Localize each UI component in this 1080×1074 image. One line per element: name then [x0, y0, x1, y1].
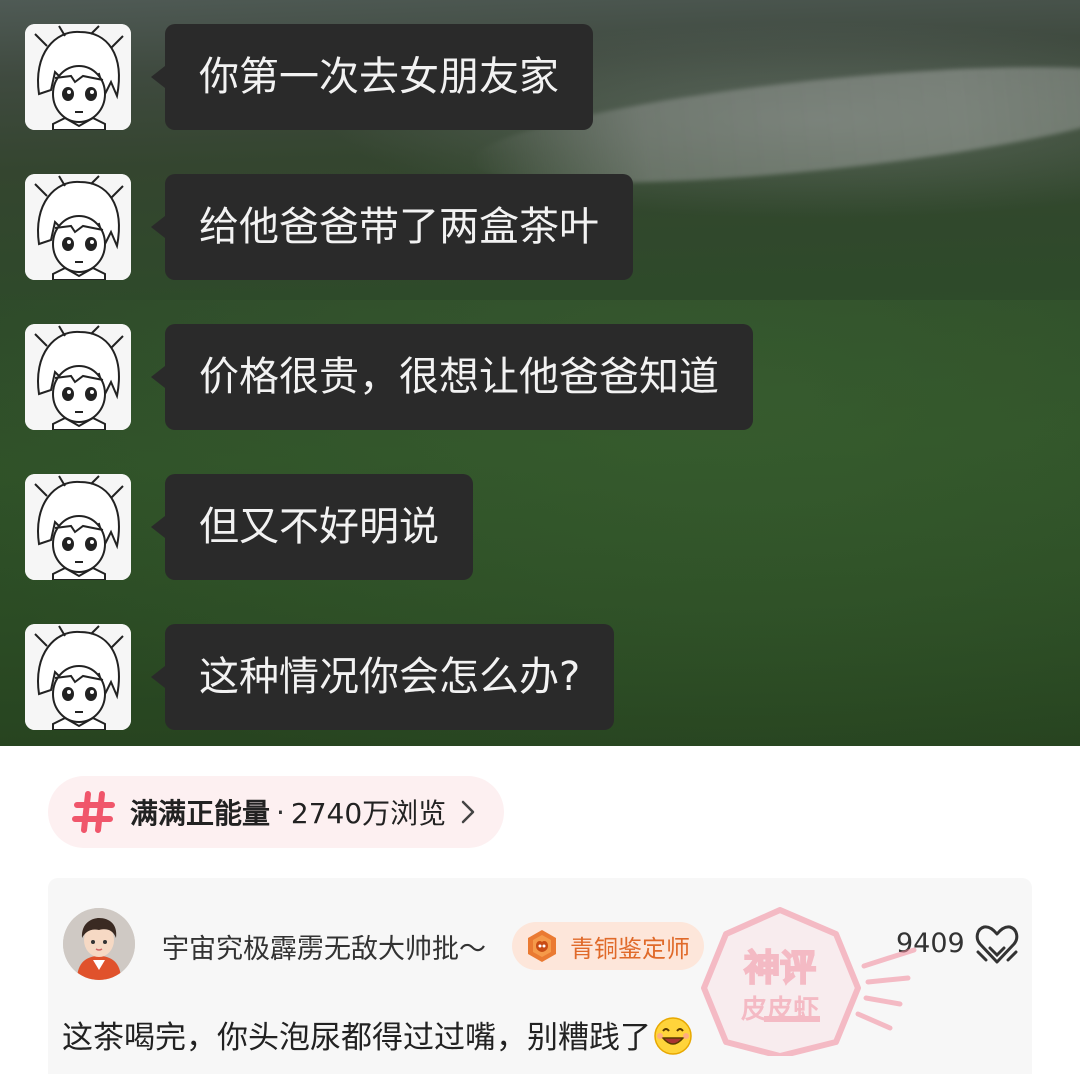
chevron-right-icon — [461, 800, 475, 824]
chat-bubble: 这种情况你会怎么办? — [150, 624, 615, 730]
stamp-title: 神评 — [744, 948, 816, 989]
page: 你第一次去女朋友家 给他爸爸带了两盒茶叶 价格很贵，很想让他爸爸知道 但又不好明… — [0, 0, 1080, 1074]
stamp-brand: 皮皮虾 — [741, 995, 819, 1025]
topic-views: 2740万浏览 — [290, 797, 447, 830]
anime-avatar — [25, 24, 131, 130]
topic-separator: · — [276, 795, 285, 829]
chat-bubble: 但又不好明说 — [151, 474, 473, 580]
hash-icon — [72, 791, 115, 833]
topic-name: 满满正能量 — [130, 797, 271, 830]
hands-like-icon[interactable] — [974, 922, 1020, 966]
comment-body: 这茶喝完，你头泡尿都得过过嘴，别糟践了 — [62, 1020, 651, 1056]
god-comment-stamp: 神评 皮皮虾 — [668, 906, 918, 1059]
comment-username[interactable]: 宇宙究极霹雳无敌大帅批～ — [162, 927, 486, 966]
chat-bubble: 给他爸爸带了两盒茶叶 — [151, 174, 633, 280]
anime-avatar — [25, 474, 131, 580]
anime-avatar — [25, 174, 131, 280]
bronze-appraiser-icon — [528, 930, 556, 962]
chat-bubble: 你第一次去女朋友家 — [151, 24, 593, 130]
user-avatar[interactable] — [63, 908, 135, 980]
topic-pill[interactable]: 满满正能量 · 2740万浏览 — [48, 776, 504, 848]
anime-avatar — [25, 324, 131, 430]
comment-text: 这茶喝完，你头泡尿都得过过嘴，别糟践了 — [62, 1012, 693, 1057]
chat-screenshot-image[interactable]: 你第一次去女朋友家 给他爸爸带了两盒茶叶 价格很贵，很想让他爸爸知道 但又不好明… — [0, 0, 1080, 746]
anime-avatar — [25, 624, 131, 730]
chat-bubble: 价格很贵，很想让他爸爸知道 — [151, 324, 753, 430]
